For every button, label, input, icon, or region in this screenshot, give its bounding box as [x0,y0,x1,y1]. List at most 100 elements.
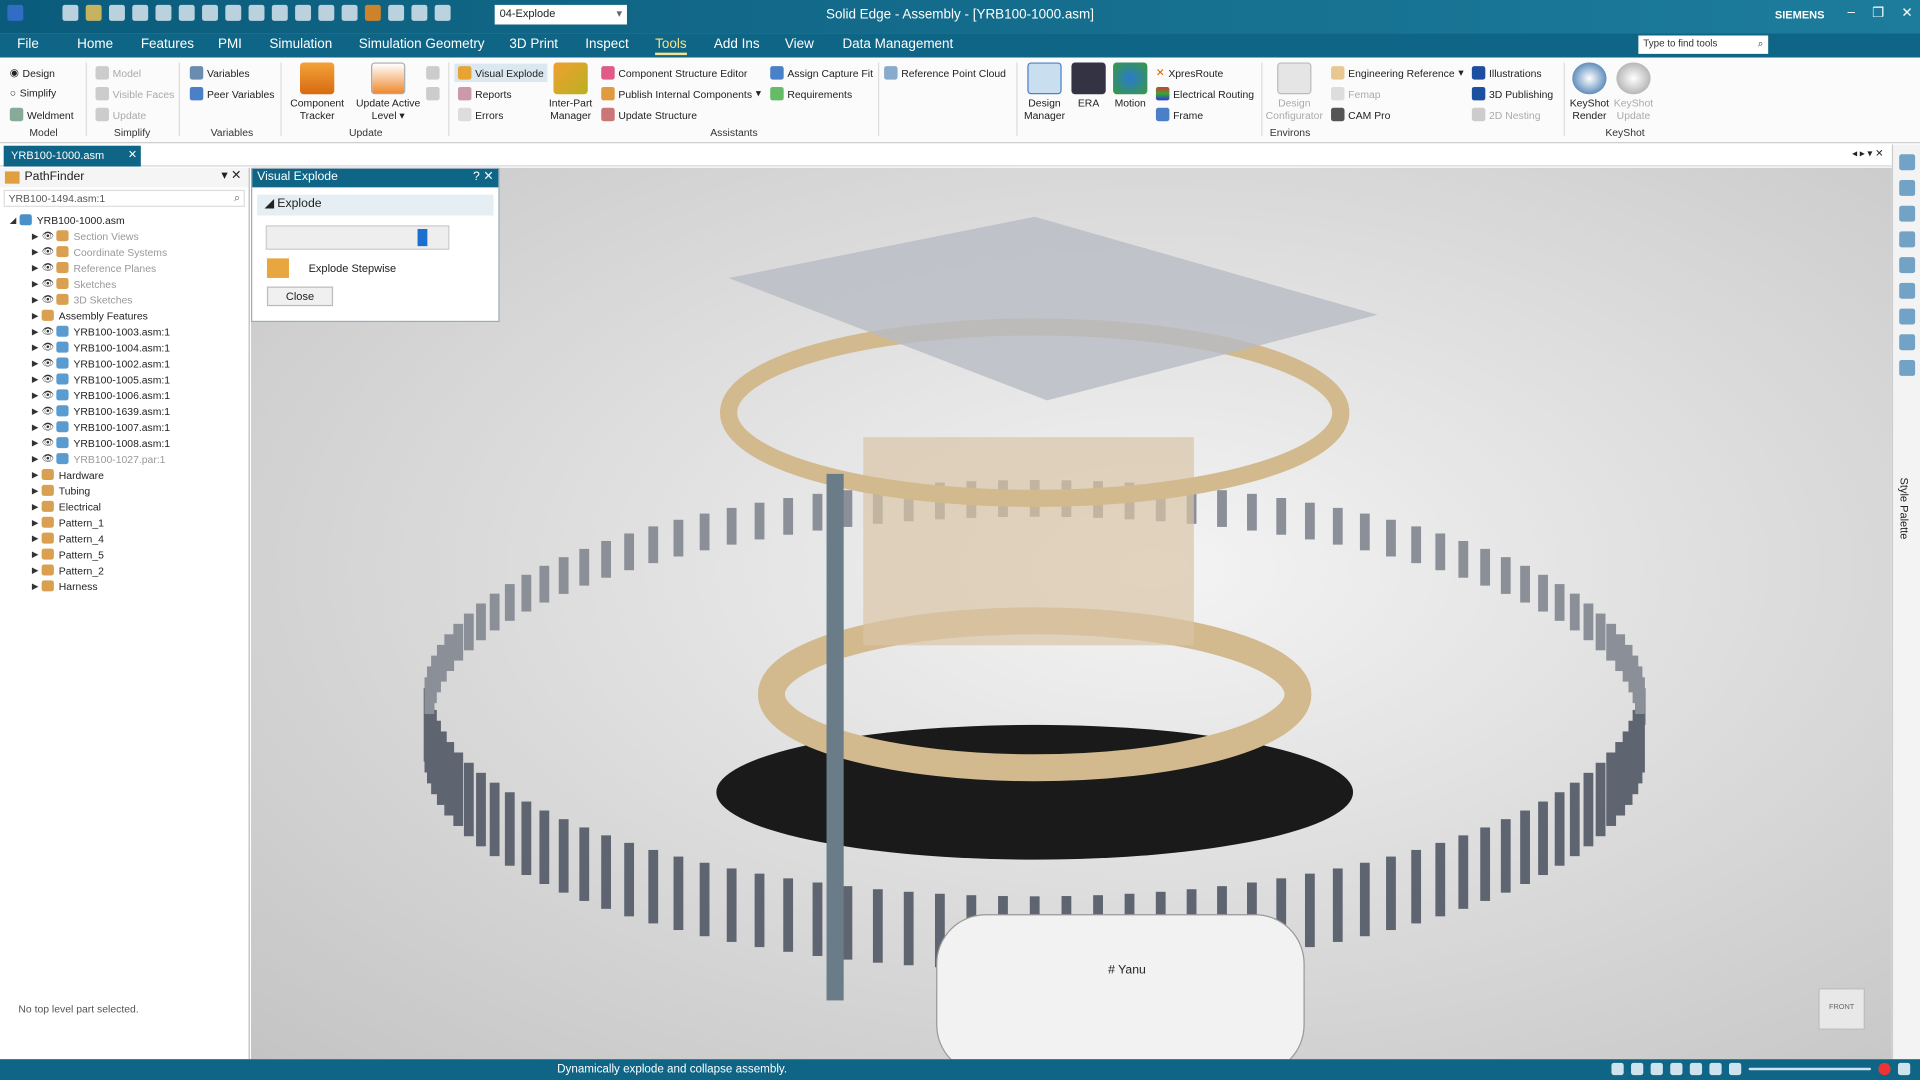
visibility-icon[interactable]: 👁 [42,453,57,464]
document-tab[interactable]: YRB100-1000.asm ✕ [3,145,141,167]
visibility-icon[interactable]: 👁 [42,262,57,273]
expand-icon[interactable]: ▶ [32,470,42,480]
tree-item[interactable]: ▶ 👁 YRB100-1004.asm:1 [0,339,249,355]
fit-icon[interactable] [1650,1062,1663,1076]
expand-icon[interactable]: ▶ [32,406,42,416]
record-icon[interactable] [1878,1062,1891,1076]
femap-button[interactable]: Femap [1331,86,1381,101]
slider-thumb[interactable] [417,228,428,247]
tab-simulation[interactable]: Simulation [269,37,332,52]
visibility-icon[interactable]: 👁 [42,342,57,353]
pathfinder-search-input[interactable]: YRB100-1494.asm:1 ⌕ [3,189,245,207]
variables-button[interactable]: Variables [189,66,250,80]
update-all-icon[interactable] [426,66,440,80]
shading-icon[interactable] [1728,1062,1742,1076]
engineering-reference-button[interactable]: Engineering Reference ▾ [1331,66,1464,80]
expand-icon[interactable]: ▶ [32,390,42,400]
expand-icon[interactable]: ▶ [32,374,42,384]
simplify-update-button[interactable]: Update [95,107,146,122]
tree-item[interactable]: ▶ Assembly Features [0,307,249,323]
pan-icon[interactable] [1670,1062,1683,1076]
minimize-button[interactable]: – [1848,5,1856,21]
motion-button[interactable]: Motion [1109,62,1151,109]
requirements-button[interactable]: Requirements [770,86,852,101]
tree-item[interactable]: ▶ 👁 YRB100-1639.asm:1 [0,403,249,419]
tab-simulation-geometry[interactable]: Simulation Geometry [359,37,485,52]
zoom-area-icon[interactable] [1611,1062,1624,1076]
expand-icon[interactable]: ▶ [32,565,42,575]
views-icon[interactable] [1709,1062,1722,1076]
tree-item[interactable]: ▶ Harness [0,578,249,594]
tree-item[interactable]: ▶ 👁 YRB100-1003.asm:1 [0,323,249,339]
tree-item[interactable]: ▶ Pattern_5 [0,546,249,562]
visibility-icon[interactable]: 👁 [42,358,57,369]
help-icon[interactable]: ? [473,170,480,183]
component-tracker-button[interactable]: Component Tracker [287,62,348,121]
link-icon[interactable] [1898,282,1915,299]
tab-scroll-icons[interactable]: ◂ ▸ ▾ ✕ [1852,148,1883,159]
close-button[interactable]: ✕ [1901,5,1912,21]
color-icon[interactable] [1898,257,1915,274]
network-icon[interactable] [1898,334,1915,351]
tool-search-input[interactable]: Type to find tools ⌕ [1638,35,1769,54]
publish-internal-components-button[interactable]: Publish Internal Components ▾ [601,86,761,101]
tree-item[interactable]: ▶ 👁 Sketches [0,276,249,292]
expand-icon[interactable]: ▶ [32,358,42,368]
visibility-icon[interactable]: 👁 [42,405,57,416]
xpresroute-button[interactable]: ✕ XpresRoute [1156,66,1223,79]
tree-item[interactable]: ▶ 👁 Section Views [0,228,249,244]
collapse-icon[interactable]: ◢ [10,215,20,225]
visible-faces-button[interactable]: Visible Faces [95,86,174,101]
3d-publishing-button[interactable]: 3D Publishing [1471,86,1553,101]
tree-item[interactable]: ▶ 👁 YRB100-1005.asm:1 [0,371,249,387]
update-active-level-button[interactable]: Update Active Level ▾ [354,62,423,121]
expand-icon[interactable]: ▶ [32,263,42,273]
view-cube[interactable]: FRONT [1818,988,1865,1030]
visibility-icon[interactable]: 👁 [42,373,57,384]
tab-view[interactable]: View [785,37,814,52]
reference-point-cloud-button[interactable]: Reference Point Cloud [884,66,1006,80]
visibility-icon[interactable]: 👁 [42,326,57,337]
tab-3d-print[interactable]: 3D Print [509,37,558,52]
tree-item[interactable]: ▶ Pattern_4 [0,530,249,546]
visibility-icon[interactable]: 👁 [42,278,57,289]
assign-capture-fit-button[interactable]: Assign Capture Fit [770,66,873,80]
expand-icon[interactable]: ▶ [32,486,42,496]
design-radio[interactable]: ◉ Design [10,66,55,79]
expand-icon[interactable]: ▶ [32,342,42,352]
visibility-icon[interactable]: 👁 [42,437,57,448]
tab-tools[interactable]: Tools [655,37,687,56]
tree-item[interactable]: ▶ Pattern_2 [0,562,249,578]
visibility-icon[interactable]: 👁 [42,421,57,432]
expand-icon[interactable]: ▶ [32,581,42,591]
tab-data-management[interactable]: Data Management [842,37,953,52]
visibility-icon[interactable]: 👁 [42,294,57,305]
expand-icon[interactable]: ▶ [32,438,42,448]
expand-icon[interactable]: ▶ [32,533,42,543]
update-structure-icon[interactable] [426,86,440,101]
update-structure-button[interactable]: Update Structure [601,107,697,122]
tab-inspect[interactable]: Inspect [585,37,628,52]
visibility-icon[interactable]: 👁 [42,246,57,257]
tree-item[interactable]: ▶ Pattern_1 [0,514,249,530]
tab-home[interactable]: Home [77,37,113,52]
era-button[interactable]: ERA [1070,62,1107,109]
slider-icon[interactable] [1748,1067,1872,1071]
component-structure-editor-button[interactable]: Component Structure Editor [601,66,747,80]
dialog-help-close[interactable]: ? ✕ [473,170,493,183]
globe-icon[interactable] [1898,360,1915,376]
explode-slider[interactable] [265,225,450,250]
explode-stepwise-label[interactable]: Explode Stepwise [309,262,397,274]
keyshot-render-button[interactable]: KeyShot Render [1567,62,1611,121]
restore-button[interactable]: ❐ [1872,5,1884,21]
expand-icon[interactable]: ▶ [32,517,42,528]
peer-variables-button[interactable]: Peer Variables [189,86,274,101]
tree-item[interactable]: ▶ Hardware [0,467,249,483]
inter-part-manager-button[interactable]: Inter-Part Manager [544,62,598,121]
reports-button[interactable]: Reports [457,86,512,101]
errors-button[interactable]: Errors [457,107,503,122]
tree-item[interactable]: ▶ 👁 YRB100-1006.asm:1 [0,387,249,403]
rotate-icon[interactable] [1689,1062,1703,1076]
illustrations-button[interactable]: Illustrations [1471,66,1542,80]
library-icon[interactable] [1898,231,1915,248]
